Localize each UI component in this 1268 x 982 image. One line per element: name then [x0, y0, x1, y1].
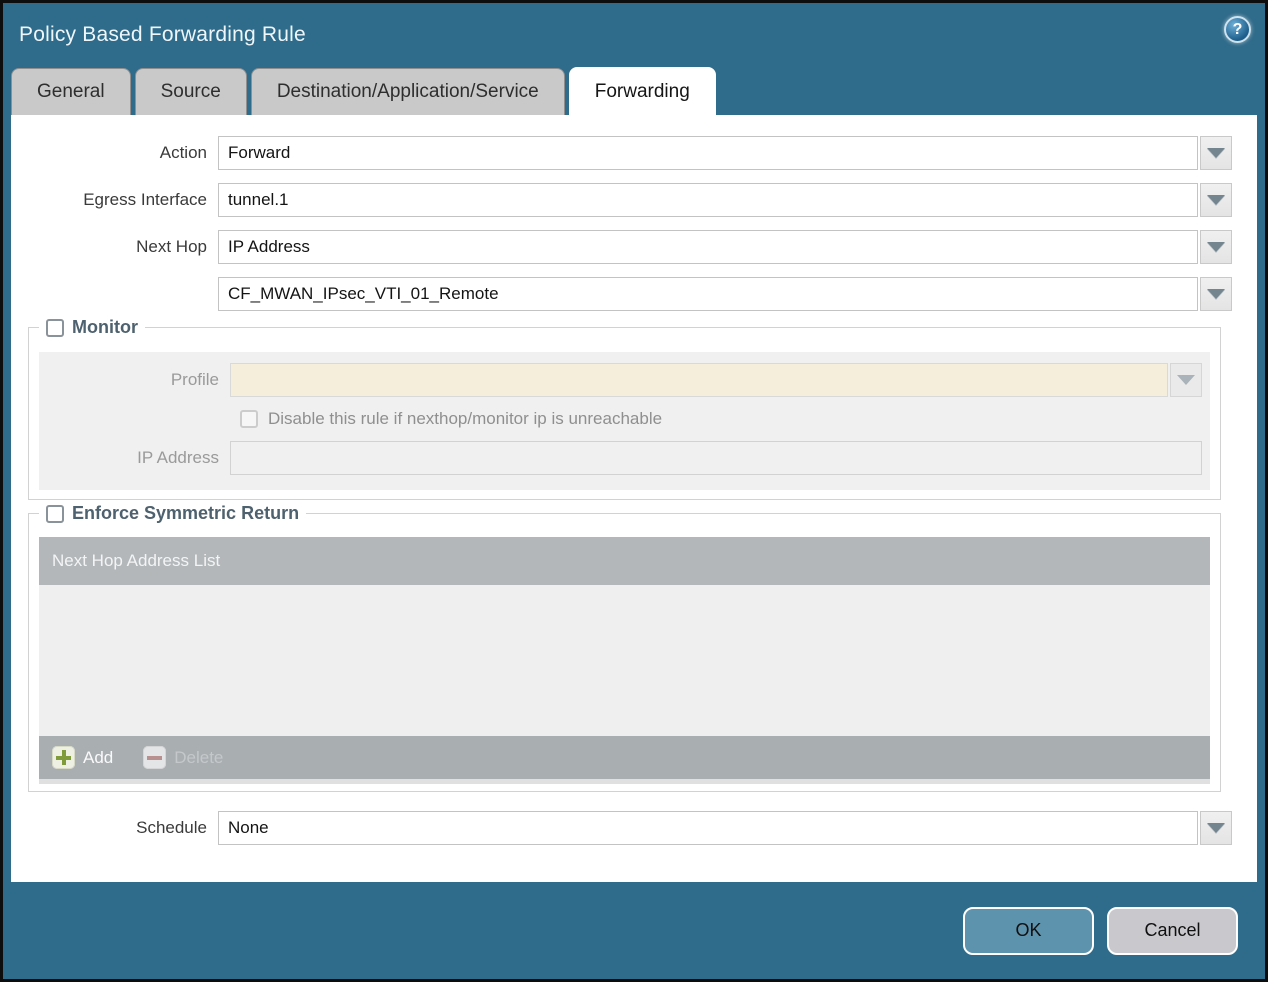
next-hop-address-input[interactable]	[218, 277, 1198, 311]
action-input[interactable]	[218, 136, 1198, 170]
monitor-panel: Profile Disable this rule if nexthop/mon…	[39, 352, 1210, 490]
symmetric-return-legend-label: Enforce Symmetric Return	[72, 503, 300, 523]
minus-icon	[143, 746, 167, 769]
symmetric-return-checkbox[interactable]	[46, 504, 64, 523]
table-bottom-strip	[39, 779, 1210, 784]
next-hop-row: Next Hop	[11, 230, 1232, 264]
next-hop-address-dropdown-button[interactable]	[1200, 277, 1232, 311]
schedule-dropdown-button[interactable]	[1200, 811, 1232, 845]
schedule-input[interactable]	[218, 811, 1198, 845]
next-hop-label: Next Hop	[136, 237, 207, 256]
add-button[interactable]: Add	[52, 746, 113, 769]
chevron-down-icon	[1207, 289, 1225, 299]
schedule-row: Schedule	[11, 811, 1232, 845]
disable-rule-checkbox	[240, 410, 258, 428]
symmetric-return-group: Enforce Symmetric Return Next Hop Addres…	[28, 503, 1221, 792]
chevron-down-icon	[1207, 242, 1225, 252]
monitor-group: Monitor Profile Disable this rule if nex…	[28, 317, 1221, 500]
monitor-ip-address-label: IP Address	[137, 448, 219, 467]
forwarding-tab-panel: Action Egress Interface Next Hop	[11, 115, 1257, 882]
disable-rule-row: Disable this rule if nexthop/monitor ip …	[240, 409, 1206, 429]
tab-source[interactable]: Source	[134, 68, 247, 115]
dialog-title: Policy Based Forwarding Rule	[19, 23, 306, 46]
profile-dropdown-button	[1170, 363, 1202, 397]
monitor-legend-label: Monitor	[72, 317, 138, 337]
dialog-titlebar: Policy Based Forwarding Rule ?	[3, 3, 1265, 67]
tab-general[interactable]: General	[11, 68, 131, 115]
plus-icon	[52, 746, 75, 769]
egress-interface-row: Egress Interface	[11, 183, 1232, 217]
table-toolbar: Add Delete	[39, 736, 1210, 779]
chevron-down-icon	[1207, 823, 1225, 833]
chevron-down-icon	[1177, 375, 1195, 385]
cancel-button[interactable]: Cancel	[1107, 906, 1238, 955]
monitor-checkbox[interactable]	[46, 318, 64, 337]
tab-bar: General Source Destination/Application/S…	[3, 67, 1265, 115]
chevron-down-icon	[1207, 148, 1225, 158]
dialog-footer: OK Cancel	[3, 882, 1265, 979]
monitor-ip-address-input	[230, 441, 1202, 475]
table-body-empty[interactable]	[39, 585, 1210, 736]
action-label: Action	[159, 143, 207, 162]
action-dropdown-button[interactable]	[1200, 136, 1232, 170]
tab-destination-application-service[interactable]: Destination/Application/Service	[250, 68, 565, 115]
egress-interface-input[interactable]	[218, 183, 1198, 217]
add-button-label: Add	[83, 747, 114, 767]
disable-rule-label: Disable this rule if nexthop/monitor ip …	[268, 409, 663, 428]
next-hop-dropdown-button[interactable]	[1200, 230, 1232, 264]
profile-row: Profile	[39, 363, 1206, 397]
action-row: Action	[11, 136, 1232, 170]
next-hop-type-input[interactable]	[218, 230, 1198, 264]
table-header-next-hop-address-list[interactable]: Next Hop Address List	[39, 537, 1210, 585]
next-hop-address-list-table: Next Hop Address List Add Delete	[39, 537, 1210, 779]
chevron-down-icon	[1207, 195, 1225, 205]
egress-interface-dropdown-button[interactable]	[1200, 183, 1232, 217]
monitor-legend[interactable]: Monitor	[39, 317, 145, 338]
ok-button[interactable]: OK	[963, 906, 1094, 955]
profile-label: Profile	[170, 370, 219, 389]
profile-input	[230, 363, 1168, 397]
tab-forwarding[interactable]: Forwarding	[568, 67, 716, 115]
symmetric-return-legend[interactable]: Enforce Symmetric Return	[39, 503, 307, 524]
help-icon[interactable]: ?	[1224, 16, 1251, 43]
schedule-label: Schedule	[136, 818, 207, 837]
monitor-ip-address-row: IP Address	[39, 441, 1206, 475]
egress-interface-label: Egress Interface	[83, 190, 207, 209]
pbf-rule-dialog: Policy Based Forwarding Rule ? General S…	[0, 0, 1268, 982]
next-hop-address-row	[11, 277, 1232, 311]
delete-button-label: Delete	[174, 747, 224, 767]
delete-button: Delete	[143, 746, 223, 769]
